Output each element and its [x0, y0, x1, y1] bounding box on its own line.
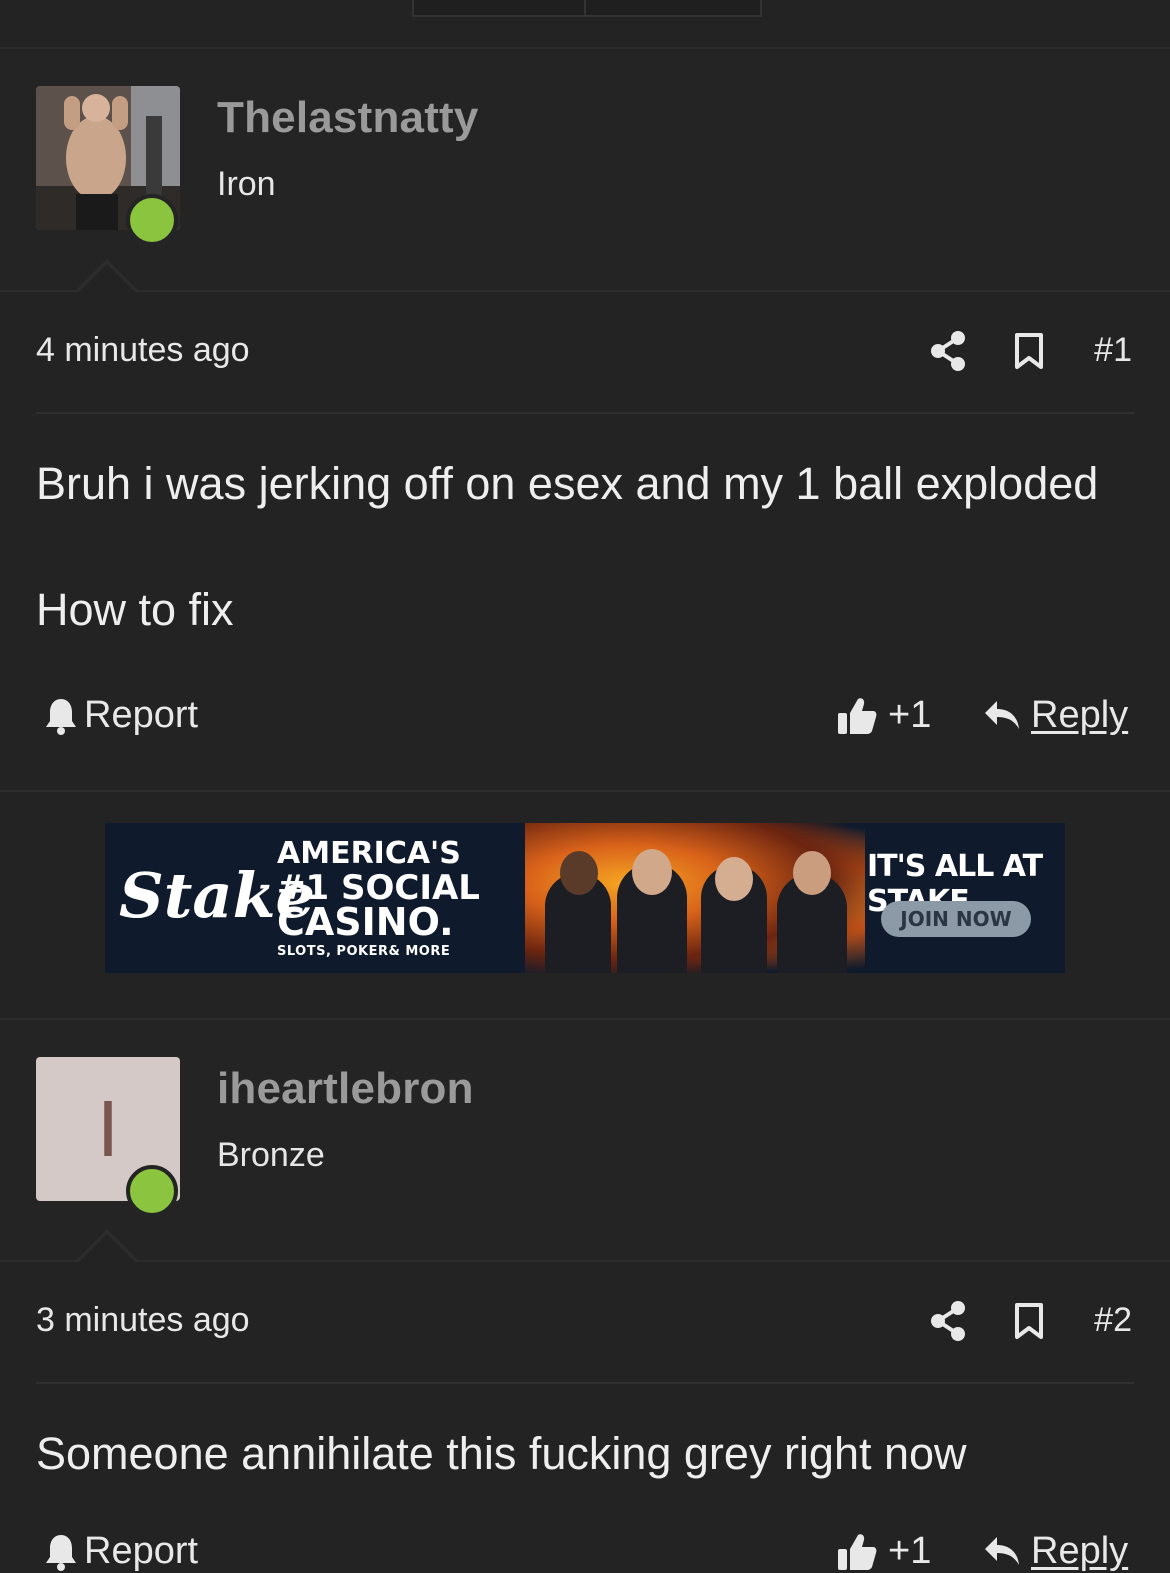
header-pointer-inner — [79, 1234, 135, 1262]
post-1-reply-button[interactable]: Reply — [983, 694, 1128, 737]
section-divider — [0, 790, 1170, 792]
ad-subline: SLOTS, POKER& MORE — [277, 944, 451, 959]
post-1-author-header: Thelastnatty Iron — [0, 49, 1170, 292]
post-1-timestamp[interactable]: 4 minutes ago — [36, 331, 250, 370]
bookmark-icon[interactable] — [1014, 1302, 1044, 1340]
ad-headline-3: CASINO. — [277, 900, 454, 944]
like-count: +1 — [888, 694, 932, 736]
stake-ad-banner[interactable]: Stake AMERICA'S #1 SOCIAL CASINO. SLOTS,… — [105, 823, 1065, 973]
online-status-indicator — [126, 1165, 178, 1217]
ad-join-now-button[interactable]: JOIN NOW — [881, 901, 1031, 937]
avatar-letter: I — [96, 1084, 120, 1173]
ad-person-face — [560, 851, 598, 895]
share-icon[interactable] — [930, 1301, 966, 1341]
post-2-username[interactable]: iheartlebron — [217, 1064, 474, 1114]
divider — [36, 1382, 1134, 1384]
post-2-timestamp[interactable]: 3 minutes ago — [36, 1301, 250, 1340]
post-2-user-rank: Bronze — [217, 1136, 325, 1174]
post-1-body-line-1: Bruh i was jerking off on esex and my 1 … — [36, 458, 1099, 509]
divider — [0, 290, 1170, 292]
nav-tab-right[interactable] — [584, 0, 762, 17]
ad-person-face — [793, 851, 831, 895]
ad-person-face — [715, 857, 753, 901]
top-nav-bar — [0, 0, 1170, 49]
divider — [0, 1260, 1170, 1262]
bell-icon — [46, 698, 76, 735]
post-1-report-button[interactable]: Report — [44, 694, 198, 737]
ad-person-face — [632, 849, 672, 895]
thumbs-up-icon — [838, 697, 877, 734]
header-pointer-inner — [79, 264, 135, 292]
post-1-number[interactable]: #1 — [1094, 331, 1132, 370]
post-2-author-header: I iheartlebron Bronze — [0, 1020, 1170, 1262]
post-2-body-line-1: Someone annihilate this fucking grey rig… — [36, 1428, 967, 1479]
reply-label: Reply — [1031, 694, 1129, 736]
post-1-body-line-2: How to fix — [36, 584, 234, 635]
reply-arrow-icon — [985, 700, 1019, 729]
bookmark-icon[interactable] — [1014, 332, 1044, 370]
post-1-username[interactable]: Thelastnatty — [217, 93, 479, 143]
divider — [36, 412, 1134, 414]
nav-tab-left[interactable] — [412, 0, 586, 17]
online-status-indicator — [126, 194, 178, 246]
ad-headline-1: AMERICA'S — [277, 836, 461, 871]
report-label: Report — [84, 694, 199, 736]
post-2-number[interactable]: #2 — [1094, 1301, 1132, 1340]
post-1-user-rank: Iron — [217, 165, 276, 203]
share-icon[interactable] — [930, 331, 966, 371]
post-1-like-button[interactable]: +1 — [836, 694, 931, 737]
